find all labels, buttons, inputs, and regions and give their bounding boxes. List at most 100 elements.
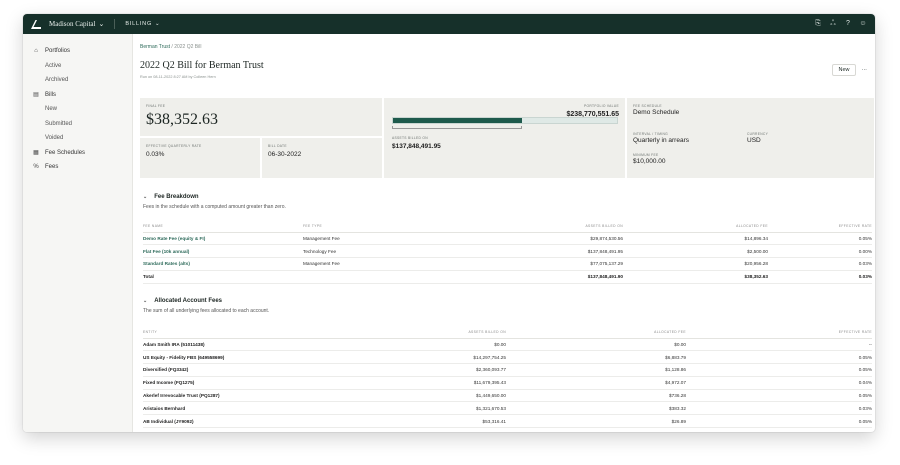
interval-group: INTERVAL / TIMING Quarterly in arrears: [633, 132, 689, 144]
assets-billed: $137,848,491.95: [463, 244, 623, 259]
table-row[interactable]: Aristaios Bernhard $1,321,670.53 $383.32…: [143, 401, 872, 416]
sidebar-item-bills[interactable]: ▤ Bills: [23, 88, 132, 103]
module-switcher[interactable]: BILLING ⌄: [125, 21, 160, 27]
table-row[interactable]: AB Individual (JY9092) $53,316.41 $26.89…: [143, 414, 872, 429]
breadcrumb-parent-link[interactable]: Berman Trust: [140, 44, 170, 50]
column-header: ASSETS BILLED ON: [463, 220, 623, 233]
chevron-down-icon: ⌄: [143, 194, 148, 200]
fee-schedule-card: FEE SCHEDULE Demo Schedule INTERVAL / TI…: [627, 98, 874, 178]
sidebar-item-label: Voided: [45, 135, 64, 142]
allocated-fee: $383.32: [506, 401, 686, 416]
document-icon: ▤: [33, 92, 39, 99]
entity-name: Diversified (FQ3342): [143, 363, 343, 377]
fee-name-link[interactable]: Standard Rates (alts): [143, 257, 303, 271]
home-icon: ⌂: [34, 48, 38, 55]
fee-name-link[interactable]: Flat Fee (10k annual): [143, 244, 303, 259]
account-fees-table: ENTITY ASSETS BILLED ON ALLOCATED FEE EF…: [143, 326, 872, 429]
assets-billed-group: ASSETS BILLED ON $137,848,491.95: [392, 136, 441, 150]
table-row[interactable]: Diversified (FQ3342) $2,360,093.77 $1,12…: [143, 363, 872, 377]
breadcrumb-current: 2022 Q2 Bill: [174, 44, 202, 50]
sidebar-item-label: Archived: [45, 77, 69, 84]
assets-billed: $53,316.41: [343, 414, 506, 429]
export-icon[interactable]: ⎘: [814, 20, 822, 28]
sidebar-item-label: Fees: [45, 164, 59, 171]
assets-billed: $1,321,670.53: [343, 401, 506, 416]
organization-switcher[interactable]: Madison Capital ⌄: [49, 20, 104, 28]
table-row: Standard Rates (alts) Management Fee $77…: [143, 257, 872, 271]
column-header: FEE TYPE: [303, 220, 463, 233]
table-icon: ▦: [33, 150, 39, 157]
column-header: ALLOCATED FEE: [623, 220, 768, 233]
fee-type: Management Fee: [303, 232, 463, 246]
sidebar-item-label: Fee Schedules: [45, 149, 86, 156]
fee-breakdown-table: FEE NAME FEE TYPE ASSETS BILLED ON ALLOC…: [143, 220, 872, 284]
fee-breakdown-header[interactable]: ⌄ Fee Breakdown: [143, 194, 199, 200]
allocated-fee: $4,972.07: [506, 376, 686, 390]
bill-summary: FINAL FEE $38,352.63 EFFECTIVE QUARTERLY…: [140, 98, 874, 178]
fee-schedule-label: FEE SCHEDULE: [633, 104, 662, 108]
sidebar-item-label: Submitted: [45, 120, 73, 127]
effective-rate: 0.05%: [686, 363, 872, 377]
sidebar-item-label: Portfolios: [45, 48, 71, 55]
total-allocated-fee: $38,352.63: [623, 269, 768, 284]
app-window: Madison Capital ⌄ BILLING ⌄ ⎘ ஃ ? ☺ ⌂ Po…: [23, 14, 875, 432]
table-row[interactable]: Fixed Income (FQ1275) $11,679,395.43 $4,…: [143, 376, 872, 390]
allocated-fee: $14,896.34: [623, 232, 768, 246]
entity-name: Adam Smith IRA (51011438): [143, 338, 343, 352]
sidebar-item-fee-schedules[interactable]: ▦ Fee Schedules: [23, 146, 132, 161]
allocated-fee: $6,883.79: [506, 350, 686, 365]
sidebar-item-voided[interactable]: Voided: [23, 131, 132, 146]
table-row: Demo Rate Fee (equity & FI) Management F…: [143, 232, 872, 246]
total-label: Total: [143, 269, 303, 284]
sidebar-item-submitted[interactable]: Submitted: [23, 117, 132, 132]
sidebar-item-active[interactable]: Active: [23, 59, 132, 74]
account-fees-description: The sum of all underlying fees allocated…: [143, 308, 270, 314]
table-header-row: FEE NAME FEE TYPE ASSETS BILLED ON ALLOC…: [143, 220, 872, 233]
assets-billed: $14,297,754.25: [343, 350, 506, 365]
entity-name: Aristaios Bernhard: [143, 401, 343, 416]
effective-rate: 0.05%: [686, 350, 872, 365]
interval-label: INTERVAL / TIMING: [633, 132, 669, 136]
table-header-row: ENTITY ASSETS BILLED ON ALLOCATED FEE EF…: [143, 326, 872, 339]
effective-rate-card: EFFECTIVE QUARTERLY RATE 0.03%: [140, 138, 260, 178]
fee-type: Management Fee: [303, 257, 463, 271]
billed-bracket: [392, 126, 522, 129]
sidebar-item-archived[interactable]: Archived: [23, 73, 132, 88]
bill-date-value: 06-30-2022: [268, 151, 302, 158]
main-content: Berman Trust / 2022 Q2 Bill 2022 Q2 Bill…: [133, 34, 875, 432]
allocated-fee: $26.89: [506, 414, 686, 429]
account-fees-header[interactable]: ⌄ Allocated Account Fees: [143, 298, 222, 304]
company-logo-icon[interactable]: [31, 19, 43, 29]
assets-billed-value: $137,848,491.95: [392, 143, 441, 150]
effective-rate: 0.03%: [768, 257, 872, 271]
column-header: EFFECTIVE RATE: [768, 220, 872, 233]
table-row[interactable]: US Equity - Fidelity FBS (649558699) $14…: [143, 350, 872, 365]
currency-group: CURRENCY USD: [747, 132, 768, 144]
user-icon[interactable]: ☺: [859, 20, 867, 28]
total-empty: [303, 269, 463, 284]
column-header: ALLOCATED FEE: [506, 326, 686, 339]
table-row[interactable]: Adam Smith IRA (51011438) $0.00 $0.00 --: [143, 338, 872, 352]
fee-schedule-value: Demo Schedule: [633, 109, 680, 116]
share-icon[interactable]: ஃ: [829, 20, 837, 28]
fee-name-link[interactable]: Demo Rate Fee (equity & FI): [143, 232, 303, 246]
assets-billed: $11,679,395.43: [343, 376, 506, 390]
help-icon[interactable]: ?: [844, 20, 852, 28]
more-options-icon[interactable]: ···: [862, 67, 868, 73]
sidebar-item-new[interactable]: New: [23, 102, 132, 117]
fee-breakdown-description: Fees in the schedule with a computed amo…: [143, 204, 286, 210]
run-info: Run on 08-11-2022 8:27 AM by Colleen Her…: [140, 75, 216, 79]
new-status-button[interactable]: New: [832, 64, 856, 76]
entity-name: Akerlef Irrevocable Trust (PQ1287): [143, 389, 343, 403]
fee-summary-block: FINAL FEE $38,352.63 EFFECTIVE QUARTERLY…: [140, 98, 382, 178]
table-row[interactable]: Akerlef Irrevocable Trust (PQ1287) $1,44…: [143, 389, 872, 403]
bill-date-card: BILL DATE 06-30-2022: [262, 138, 382, 178]
breadcrumb: Berman Trust / 2022 Q2 Bill: [140, 44, 867, 50]
sidebar-item-portfolios[interactable]: ⌂ Portfolios: [23, 44, 132, 59]
portfolio-value-card: PORTFOLIO VALUE $238,770,551.65 ASSETS B…: [384, 98, 625, 178]
final-fee-card: FINAL FEE $38,352.63: [140, 98, 382, 136]
total-assets-billed: $137,848,491.90: [463, 269, 623, 284]
assets-billed: $2,360,093.77: [343, 363, 506, 377]
sidebar-item-fees[interactable]: % Fees: [23, 160, 132, 175]
entity-name: Fixed Income (FQ1275): [143, 376, 343, 390]
